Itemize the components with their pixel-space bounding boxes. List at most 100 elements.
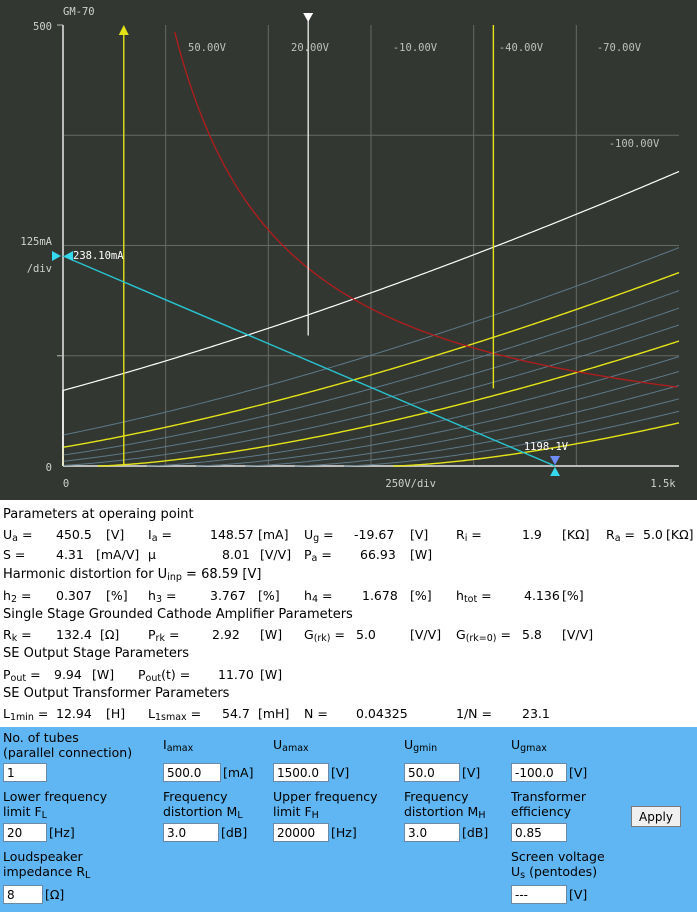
tubes-input[interactable] <box>3 763 47 782</box>
ugmax-input[interactable] <box>511 763 567 782</box>
l1smax-unit: [mH] <box>258 706 290 721</box>
prk-value: 2.92 <box>212 627 240 642</box>
curve-label: -100.00V <box>609 138 660 150</box>
h2-unit: [%] <box>106 588 128 603</box>
l1smax-label: L1smax = <box>148 706 202 723</box>
fl-input[interactable] <box>3 823 47 842</box>
l1min-label: L1min = <box>3 706 49 723</box>
n-value: 0.04325 <box>356 706 408 721</box>
uamax-label: Uamax <box>273 737 309 754</box>
harmonic-header: Harmonic distortion for Uinp = 68.59 [V] <box>3 567 262 583</box>
tubes-field <box>3 763 47 782</box>
inv-n-label: 1/N = <box>456 706 492 721</box>
parameters-panel: Parameters at operaing point Ua = 450.5 … <box>0 503 697 727</box>
ri-unit: [KΩ] <box>562 527 590 542</box>
iamax-input[interactable] <box>163 763 221 782</box>
h3-unit: [%] <box>258 588 280 603</box>
rl-input[interactable] <box>3 885 43 904</box>
h2-value: 0.307 <box>56 588 92 603</box>
mu-unit: [V/V] <box>260 547 292 562</box>
ugmax-field: [V] <box>511 763 587 782</box>
ugmin-field: [V] <box>404 763 480 782</box>
efficiency-label: Transformer efficiency <box>511 789 587 819</box>
mh-field: [dB] <box>404 823 488 842</box>
ml-input[interactable] <box>163 823 219 842</box>
x-tick-label-div: 250V/div <box>385 478 436 490</box>
ia-label: Ia = <box>148 527 172 544</box>
h3-label: h3 = <box>148 588 177 605</box>
grid-voltage-curve <box>343 410 680 467</box>
poutt-unit: [W] <box>260 667 283 682</box>
ia-intercept-marker-left <box>64 250 73 261</box>
h2-label: h2 = <box>3 588 32 605</box>
poutt-value: 11.70 <box>218 667 254 682</box>
ua-intercept-label: 1198.1V <box>524 441 569 453</box>
g0-value: 5.8 <box>522 627 542 642</box>
uamax-unit: [V] <box>331 765 350 780</box>
us-field: [V] <box>511 885 587 904</box>
ml-field: [dB] <box>163 823 247 842</box>
input-form: No. of tubes (parallel connection) Iamax … <box>0 727 697 912</box>
curve-label: -70.00V <box>597 42 642 54</box>
ra-label: Ra = <box>606 527 635 544</box>
ra-unit: [KΩ] <box>666 527 694 542</box>
mu-value: 8.01 <box>222 547 250 562</box>
h4-unit: [%] <box>410 588 432 603</box>
us-input[interactable] <box>511 885 567 904</box>
ua-unit: [V] <box>106 527 125 542</box>
h4-value: 1.678 <box>362 588 398 603</box>
s-value: 4.31 <box>56 547 84 562</box>
curve-label: 20.00V <box>291 42 330 54</box>
l1min-value: 12.94 <box>56 706 92 721</box>
n-label: N = <box>304 706 328 721</box>
g-unit: [V/V] <box>410 627 442 642</box>
rl-label: Loudspeaker impedance RL <box>3 849 91 881</box>
yellow-arrow-marker <box>118 25 129 35</box>
x-tick-label-0: 0 <box>63 478 69 490</box>
htot-label: htot = <box>456 588 492 605</box>
fh-field: [Hz] <box>273 823 357 842</box>
mh-input[interactable] <box>404 823 460 842</box>
ugmin-input[interactable] <box>404 763 460 782</box>
pa-label: Pa = <box>304 547 332 564</box>
apply-button[interactable]: Apply <box>631 806 681 827</box>
ugmax-label: Ugmax <box>511 737 547 754</box>
ugmin-unit: [V] <box>462 765 481 780</box>
highlight-curve <box>97 340 680 467</box>
ugmax-unit: [V] <box>569 765 588 780</box>
uamax-input[interactable] <box>273 763 329 782</box>
op-header: Parameters at operaing point <box>3 507 194 522</box>
op-row-1: Ua = 450.5 [V] Ia = 148.57 [mA] Ug = -19… <box>0 526 697 544</box>
fh-unit: [Hz] <box>331 825 357 840</box>
rl-field: [Ω] <box>3 885 64 904</box>
ml-label: Frequency distortion ML <box>163 789 243 821</box>
pout-unit: [W] <box>92 667 115 682</box>
load-line <box>62 255 556 467</box>
iamax-field: [mA] <box>163 763 253 782</box>
ri-value: 1.9 <box>522 527 542 542</box>
h4-label: h4 = <box>304 588 333 605</box>
fh-input[interactable] <box>273 823 329 842</box>
fl-field: [Hz] <box>3 823 75 842</box>
chart-title: GM-70 <box>63 6 95 18</box>
inv-n-value: 23.1 <box>522 706 550 721</box>
h3-value: 3.767 <box>210 588 246 603</box>
ua-intercept-marker-down <box>550 456 561 465</box>
ia-intercept-marker-right <box>52 250 61 261</box>
grid-voltage-curve <box>146 356 680 467</box>
ri-label: Ri = <box>456 527 482 544</box>
iamax-unit: [mA] <box>223 765 254 780</box>
efficiency-input[interactable] <box>511 823 567 842</box>
pa-value: 66.93 <box>360 547 396 562</box>
ug-label: Ug = <box>304 527 334 544</box>
plot-svg: GM-70 500 125mA/div 00 250V/div 1.5k 50.00V 20.… <box>20 6 680 490</box>
ug-value: -19.67 <box>354 527 395 542</box>
us-label: Screen voltage Us (pentodes) <box>511 849 605 881</box>
g0-unit: [V/V] <box>562 627 594 642</box>
white-triangle-marker <box>303 13 314 22</box>
s-unit: [mA/V] <box>96 547 140 562</box>
op-row-2: S = 4.31 [mA/V] μ 8.01 [V/V] Pa = 66.93 … <box>0 546 697 564</box>
g-label: G(rk) = <box>304 627 345 644</box>
fl-label: Lower frequency limit FL <box>3 789 108 821</box>
mh-label: Frequency distortion MH <box>404 789 486 821</box>
